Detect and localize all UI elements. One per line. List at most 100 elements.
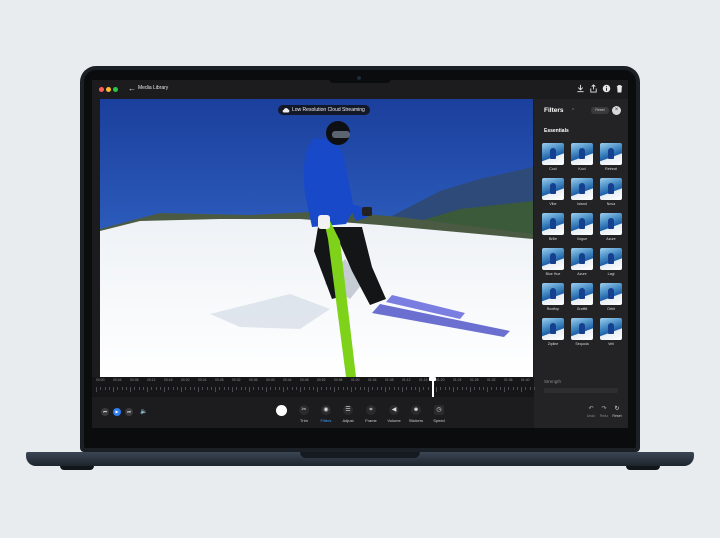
panel-title: Filters	[544, 107, 564, 114]
timeline-tick	[287, 387, 289, 390]
timeline-tick	[355, 387, 357, 390]
filter-preview-image	[571, 248, 593, 270]
chevron-updown-icon[interactable]: ⌃	[571, 108, 575, 114]
timeline-tick	[176, 387, 178, 390]
camera-lens	[357, 76, 361, 80]
timeline-tick-label: 00:48	[300, 378, 309, 382]
filter-preview-image	[600, 248, 622, 270]
filter-label: Orbit	[607, 307, 615, 311]
timeline-tick	[96, 387, 97, 392]
timeline-tick-label: 00:20	[181, 378, 190, 382]
timeline-tick	[406, 387, 408, 390]
back-arrow-icon[interactable]: ←	[128, 84, 136, 93]
timeline-tick	[427, 387, 429, 390]
timeline-tick	[376, 387, 378, 390]
timeline-tick	[487, 387, 488, 392]
close-window-button[interactable]	[99, 87, 104, 92]
tool-label: Adjust	[342, 418, 354, 423]
timeline-tick	[142, 387, 144, 390]
video-preview[interactable]	[100, 99, 533, 377]
timeline-tick	[380, 387, 382, 390]
tool-label: Trim	[300, 418, 308, 423]
timeline-tick-label: 01:40	[521, 378, 530, 382]
tool-filters[interactable]: ◉ Filters	[314, 405, 338, 423]
filter-label: Azure	[606, 237, 616, 241]
timeline-tick	[478, 387, 480, 390]
timeline-tick-label: 01:08	[385, 378, 394, 382]
timeline-tick	[193, 387, 195, 390]
timeline-tick-label: 01:12	[402, 378, 411, 382]
scissors-icon: ✂	[299, 405, 309, 415]
tool-adjust[interactable]: ☰ Adjust	[336, 405, 360, 423]
filters-panel: Filters ⌃ Reset × Essentials Cool Kool Ret…	[534, 99, 628, 428]
bottom-toolbar: ⏮ ▶ ⏭ 🔈 ✂ Trim ◉ Filters ☰ Adjust ⌗ Fram…	[92, 397, 622, 428]
tool-volume[interactable]: ◀ Volume	[382, 405, 406, 423]
filter-preview-image	[542, 248, 564, 270]
timeline-tick	[372, 387, 374, 390]
filter-label: Zipline	[547, 342, 559, 346]
undo-label: Undo	[586, 414, 596, 418]
timeline-tick	[125, 387, 127, 390]
timeline-tick-label: 01:28	[470, 378, 479, 382]
timeline-tick-label: 00:36	[249, 378, 258, 382]
record-button[interactable]	[276, 405, 287, 416]
timeline-tick	[499, 387, 501, 390]
filter-label: Rooftop	[546, 307, 560, 311]
timeline-tick-label: 00:40	[266, 378, 275, 382]
timeline-tick	[130, 387, 131, 392]
undo-button[interactable]: ↶ Undo	[585, 405, 597, 418]
timeline-tick	[491, 387, 493, 390]
timeline-tick	[304, 387, 306, 390]
timeline-tick	[342, 387, 344, 390]
timeline-tick-label: 01:00	[351, 378, 360, 382]
timeline-tick	[198, 387, 199, 392]
info-icon[interactable]	[602, 84, 611, 93]
timeline-tick	[512, 387, 514, 390]
reset-button[interactable]: ↻ Reset	[611, 405, 623, 418]
playhead-handle[interactable]	[429, 377, 436, 381]
timeline-tick-label: 00:16	[164, 378, 173, 382]
timeline-tick	[164, 387, 165, 392]
strength-slider[interactable]	[544, 388, 618, 393]
laptop-foot	[626, 466, 660, 470]
timeline-tick	[261, 387, 263, 390]
timeline-tick	[159, 387, 161, 390]
timeline-tick-label: 00:24	[198, 378, 207, 382]
timeline-tick	[215, 387, 216, 392]
close-icon[interactable]: ×	[612, 106, 621, 115]
redo-button[interactable]: ↷ Redo	[598, 405, 610, 418]
filter-label: Vibe	[549, 202, 557, 206]
tool-speed[interactable]: ◷ Speed	[427, 405, 451, 423]
filter-preview-image	[600, 283, 622, 305]
timeline-tick-label: 00:44	[283, 378, 292, 382]
timeline-tick	[325, 387, 327, 390]
timeline-tick-label: 01:24	[453, 378, 462, 382]
timeline-tick	[368, 387, 369, 392]
cloud-icon	[282, 108, 290, 113]
timeline-ruler[interactable]: 01:40 01:36 01:32 01:28 01:24 01:20 01:16 01:12…	[92, 377, 535, 397]
timeline-tick-label: 01:20	[436, 378, 445, 382]
timeline-tick	[236, 387, 238, 390]
tool-stickers[interactable]: ☻ Stickers	[404, 405, 428, 423]
zoom-window-button[interactable]	[113, 87, 118, 92]
timeline-tick	[253, 387, 255, 390]
tool-trim[interactable]: ✂ Trim	[292, 405, 316, 423]
filters-reset-button[interactable]: Reset	[591, 107, 609, 114]
filter-preview-image	[600, 318, 622, 340]
tool-frame[interactable]: ⌗ Frame	[359, 405, 383, 423]
download-icon[interactable]	[576, 84, 585, 93]
reset-label: Reset	[612, 414, 622, 418]
volume-icon[interactable]: 🔈	[140, 408, 148, 416]
timeline-tick	[295, 387, 297, 390]
tool-label: Stickers	[408, 418, 424, 423]
skip-forward-icon[interactable]: ⏭	[125, 408, 133, 416]
timeline-tick	[495, 387, 497, 390]
skip-back-icon[interactable]: ⏮	[101, 408, 109, 416]
trash-icon[interactable]	[615, 84, 624, 93]
share-icon[interactable]	[589, 84, 598, 93]
play-icon[interactable]: ▶	[113, 408, 121, 416]
filter-preview-image	[542, 143, 564, 165]
minimize-window-button[interactable]	[106, 87, 111, 92]
timeline-tick	[402, 387, 403, 392]
timeline-tick	[419, 387, 420, 392]
